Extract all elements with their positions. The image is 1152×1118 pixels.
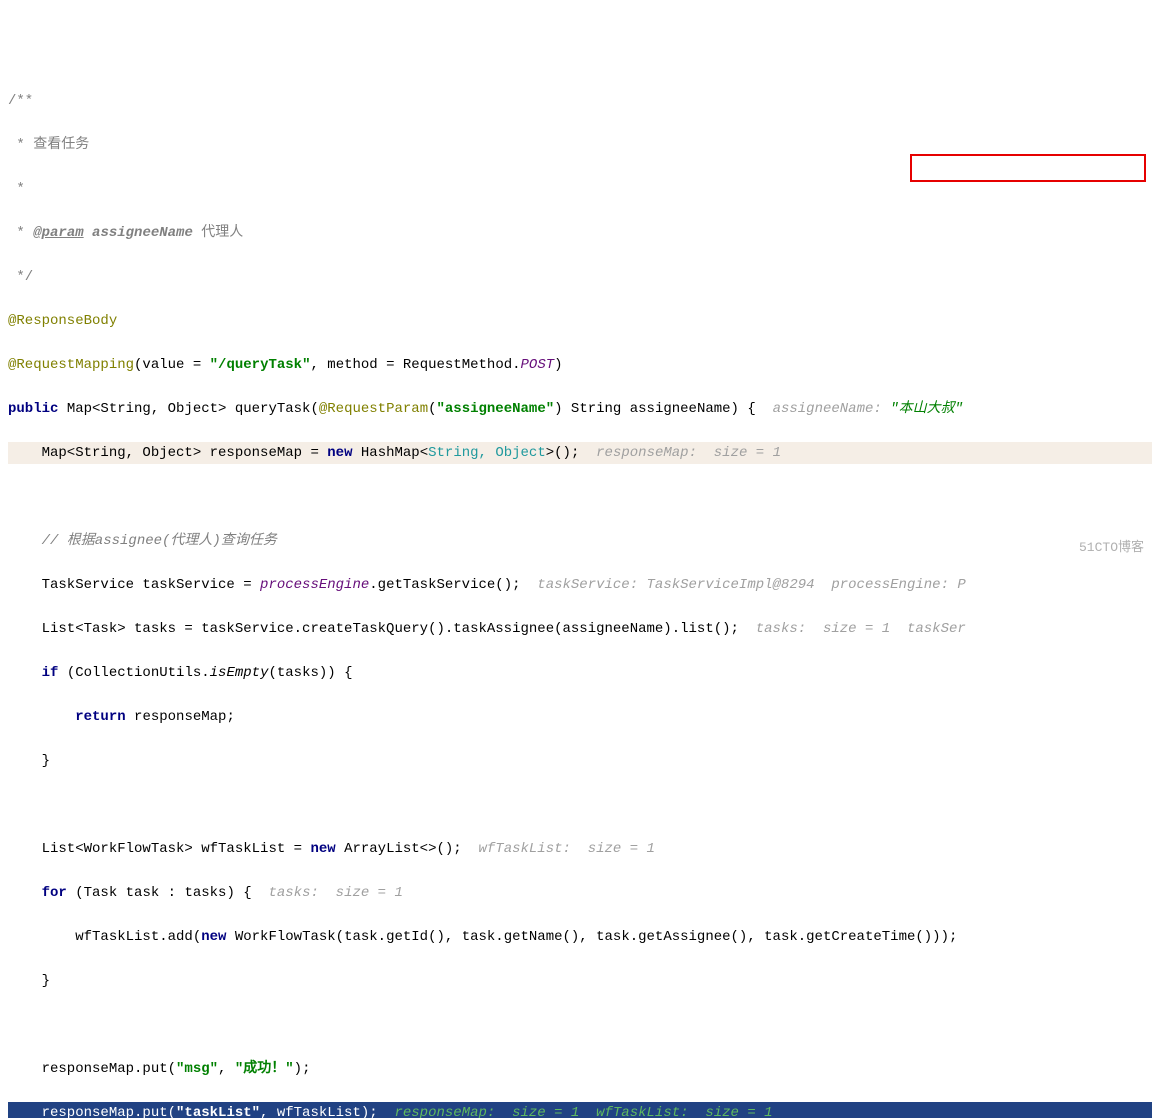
code-token: wfTaskList.add( — [8, 929, 201, 945]
code-token: (CollectionUtils. — [58, 665, 209, 681]
code-token: (Task task : tasks) { — [67, 885, 269, 901]
code-token — [8, 885, 42, 901]
static-field: POST — [521, 357, 555, 373]
code-token: TaskService taskService = — [8, 577, 260, 593]
generic-type: String, Object — [428, 445, 546, 461]
code-line: List<Task> tasks = taskService.createTas… — [8, 618, 1152, 640]
comment: * — [8, 181, 25, 197]
comment: * — [8, 225, 33, 241]
keyword: new — [327, 445, 352, 461]
keyword: new — [310, 841, 335, 857]
code-token: responseMap.put( — [8, 1061, 176, 1077]
code-line: */ — [8, 266, 1152, 288]
code-line: // 根据assignee(代理人)查询任务 — [8, 530, 1152, 552]
keyword: for — [42, 885, 67, 901]
code-token: , wfTaskList); — [260, 1105, 394, 1118]
string-literal: "成功！" — [235, 1061, 294, 1077]
code-token: Map<String, Object> responseMap = — [8, 445, 327, 461]
comment — [84, 225, 92, 241]
code-token: } — [8, 753, 50, 769]
static-method: isEmpty — [210, 665, 269, 681]
debug-hint: tasks: size = 1 taskSer — [756, 621, 966, 637]
code-token: Map<String, Object> queryTask( — [58, 401, 318, 417]
code-line: if (CollectionUtils.isEmpty(tasks)) { — [8, 662, 1152, 684]
code-line: @ResponseBody — [8, 310, 1152, 332]
javadoc-param-tag: @param — [33, 225, 83, 241]
code-line: public Map<String, Object> queryTask(@Re… — [8, 398, 1152, 420]
string-literal: "/queryTask" — [210, 357, 311, 373]
debug-hint: tasks: size = 1 — [268, 885, 402, 901]
comment: 代理人 — [193, 225, 243, 241]
debug-hint: taskService: TaskServiceImpl@8294 proces… — [537, 577, 965, 593]
string-literal: "taskList" — [176, 1105, 260, 1118]
code-token: responseMap; — [126, 709, 235, 725]
code-line: wfTaskList.add(new WorkFlowTask(task.get… — [8, 926, 1152, 948]
code-line: List<WorkFlowTask> wfTaskList = new Arra… — [8, 838, 1152, 860]
debug-hint: responseMap: size = 1 — [596, 445, 781, 461]
code-line: /** — [8, 90, 1152, 112]
keyword: public — [8, 401, 58, 417]
code-line — [8, 486, 1152, 508]
code-token: ); — [294, 1061, 311, 1077]
code-line: * @param assigneeName 代理人 — [8, 222, 1152, 244]
debug-hint: wfTaskList: size = 1 — [479, 841, 655, 857]
keyword: return — [75, 709, 125, 725]
code-token: (value = — [134, 357, 210, 373]
code-token — [8, 665, 42, 681]
annotation: @RequestMapping — [8, 357, 134, 373]
code-token: List<WorkFlowTask> wfTaskList = — [8, 841, 310, 857]
blank — [8, 797, 16, 813]
string-literal: "assigneeName" — [437, 401, 555, 417]
comment: * 查看任务 — [8, 137, 89, 153]
debug-hint: responseMap: size = 1 wfTaskList: size =… — [394, 1105, 772, 1118]
code-token: HashMap< — [352, 445, 428, 461]
code-token: List<Task> tasks = taskService.createTas… — [8, 621, 756, 637]
javadoc-param-name: assigneeName — [92, 225, 193, 241]
code-line — [8, 1014, 1152, 1036]
code-line: * 查看任务 — [8, 134, 1152, 156]
selected-line: responseMap.put("taskList", wfTaskList);… — [8, 1102, 1152, 1118]
code-line: * — [8, 178, 1152, 200]
watermark: 51CTO博客 — [1079, 536, 1144, 555]
annotation: @RequestParam — [319, 401, 428, 417]
keyword: if — [42, 665, 59, 681]
code-token — [8, 709, 75, 725]
code-token: >(); — [546, 445, 596, 461]
line-comment: // 根据assignee(代理人)查询任务 — [8, 533, 277, 549]
blank — [8, 489, 16, 505]
code-token: ) String assigneeName) { — [554, 401, 772, 417]
annotation: @ResponseBody — [8, 313, 117, 329]
code-line — [8, 794, 1152, 816]
code-line: } — [8, 750, 1152, 772]
comment: */ — [8, 269, 33, 285]
code-line: } — [8, 970, 1152, 992]
string-literal: "msg" — [176, 1061, 218, 1077]
keyword: new — [201, 929, 226, 945]
debug-hint: assigneeName: — [773, 401, 891, 417]
debug-hint-value: "本山大叔" — [890, 401, 963, 417]
code-token: ArrayList<>(); — [336, 841, 479, 857]
code-line: @RequestMapping(value = "/queryTask", me… — [8, 354, 1152, 376]
code-token: WorkFlowTask(task.getId(), task.getName(… — [226, 929, 957, 945]
code-line: TaskService taskService = processEngine.… — [8, 574, 1152, 596]
code-token: (tasks)) { — [268, 665, 352, 681]
code-token: .getTaskService(); — [369, 577, 537, 593]
code-token: ) — [554, 357, 562, 373]
code-token: , — [218, 1061, 235, 1077]
comment: /** — [8, 93, 33, 109]
code-line: return responseMap; — [8, 706, 1152, 728]
field: processEngine — [260, 577, 369, 593]
blank — [8, 1017, 16, 1033]
code-editor[interactable]: /** * 查看任务 * * @param assigneeName 代理人 *… — [0, 64, 1152, 1118]
code-line: for (Task task : tasks) { tasks: size = … — [8, 882, 1152, 904]
code-line: responseMap.put("msg", "成功！"); — [8, 1058, 1152, 1080]
code-token: ( — [428, 401, 436, 417]
code-token: responseMap.put( — [8, 1105, 176, 1118]
code-token: , method = RequestMethod. — [310, 357, 520, 373]
code-line: Map<String, Object> responseMap = new Ha… — [8, 442, 1152, 464]
code-token: } — [8, 973, 50, 989]
